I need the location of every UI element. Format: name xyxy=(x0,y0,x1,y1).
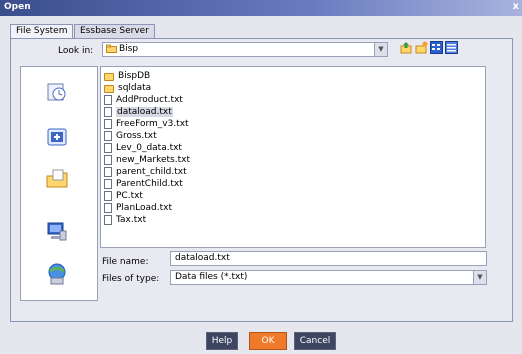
folder-icon xyxy=(106,44,117,56)
list-item[interactable]: parent_child.txt xyxy=(104,166,187,178)
open-dialog: Open x File System Essbase Server Look i… xyxy=(0,0,522,354)
text-file-icon xyxy=(104,167,112,177)
my-computer-icon[interactable] xyxy=(45,219,69,243)
list-view-icon[interactable] xyxy=(430,41,443,54)
file-name-field[interactable]: dataload.txt xyxy=(170,251,487,266)
text-file-icon xyxy=(104,191,112,201)
text-file-icon xyxy=(104,95,112,105)
network-icon[interactable] xyxy=(45,262,69,286)
my-documents-icon[interactable] xyxy=(45,167,69,191)
text-file-icon xyxy=(104,179,112,189)
file-name: PC.txt xyxy=(116,191,143,201)
window-title: Open xyxy=(4,2,31,12)
list-item[interactable]: AddProduct.txt xyxy=(104,94,183,106)
close-icon[interactable]: x xyxy=(513,1,519,12)
file-name: FreeForm_v3.txt xyxy=(116,119,189,129)
file-name: new_Markets.txt xyxy=(116,155,190,165)
new-folder-icon[interactable] xyxy=(415,41,428,54)
chevron-down-icon[interactable]: ▼ xyxy=(473,271,486,284)
up-folder-icon[interactable] xyxy=(400,41,413,54)
folder-icon xyxy=(104,84,114,93)
list-item[interactable]: BispDB xyxy=(104,70,150,82)
list-item[interactable]: ParentChild.txt xyxy=(104,178,183,190)
text-file-icon xyxy=(104,203,112,213)
file-name: sqldata xyxy=(118,83,152,93)
text-file-icon xyxy=(104,131,112,141)
file-name: dataload.txt xyxy=(116,107,173,117)
text-file-icon xyxy=(104,119,112,129)
text-file-icon xyxy=(104,107,112,117)
places-sidebar xyxy=(20,66,98,301)
tab-essbase-server[interactable]: Essbase Server xyxy=(74,24,155,38)
ok-button[interactable]: OK xyxy=(249,332,287,350)
file-name: Tax.txt xyxy=(116,215,147,225)
list-item[interactable]: Lev_0_data.txt xyxy=(104,142,182,154)
file-name: parent_child.txt xyxy=(116,167,187,177)
list-item[interactable]: new_Markets.txt xyxy=(104,154,190,166)
file-name-value: dataload.txt xyxy=(175,253,230,263)
text-file-icon xyxy=(104,215,112,225)
list-item[interactable]: sqldata xyxy=(104,82,151,94)
list-item[interactable]: Tax.txt xyxy=(104,214,146,226)
list-item[interactable]: Gross.txt xyxy=(104,130,157,142)
file-type-dropdown[interactable]: Data files (*.txt) ▼ xyxy=(170,270,487,285)
file-name: PlanLoad.txt xyxy=(116,203,172,213)
look-in-value: Bisp xyxy=(119,44,139,54)
details-view-icon[interactable] xyxy=(445,41,458,54)
chevron-down-icon[interactable]: ▼ xyxy=(374,43,387,56)
list-item[interactable]: PlanLoad.txt xyxy=(104,202,172,214)
cancel-button[interactable]: Cancel xyxy=(294,332,336,350)
title-bar: Open x xyxy=(0,0,522,16)
help-button[interactable]: Help xyxy=(206,332,238,350)
desktop-icon[interactable] xyxy=(45,125,69,149)
look-in-dropdown[interactable]: Bisp ▼ xyxy=(102,42,388,57)
list-item[interactable]: FreeForm_v3.txt xyxy=(104,118,189,130)
file-name: Lev_0_data.txt xyxy=(116,143,182,153)
file-name: AddProduct.txt xyxy=(116,95,183,105)
text-file-icon xyxy=(104,143,112,153)
file-name: BispDB xyxy=(118,71,151,81)
tab-file-system[interactable]: File System xyxy=(10,24,74,38)
file-name-label: File name: xyxy=(102,257,149,267)
list-item-selected[interactable]: dataload.txt xyxy=(104,106,173,118)
file-name: ParentChild.txt xyxy=(116,179,183,189)
file-type-value: Data files (*.txt) xyxy=(175,272,248,282)
folder-icon xyxy=(104,72,114,81)
list-item[interactable]: PC.txt xyxy=(104,190,143,202)
file-list[interactable]: BispDB sqldata AddProduct.txt dataload.t… xyxy=(100,66,486,248)
look-in-label: Look in: xyxy=(58,46,94,56)
text-file-icon xyxy=(104,155,112,165)
file-name: Gross.txt xyxy=(116,131,157,141)
recent-icon[interactable] xyxy=(45,79,69,103)
file-type-label: Files of type: xyxy=(102,274,160,284)
